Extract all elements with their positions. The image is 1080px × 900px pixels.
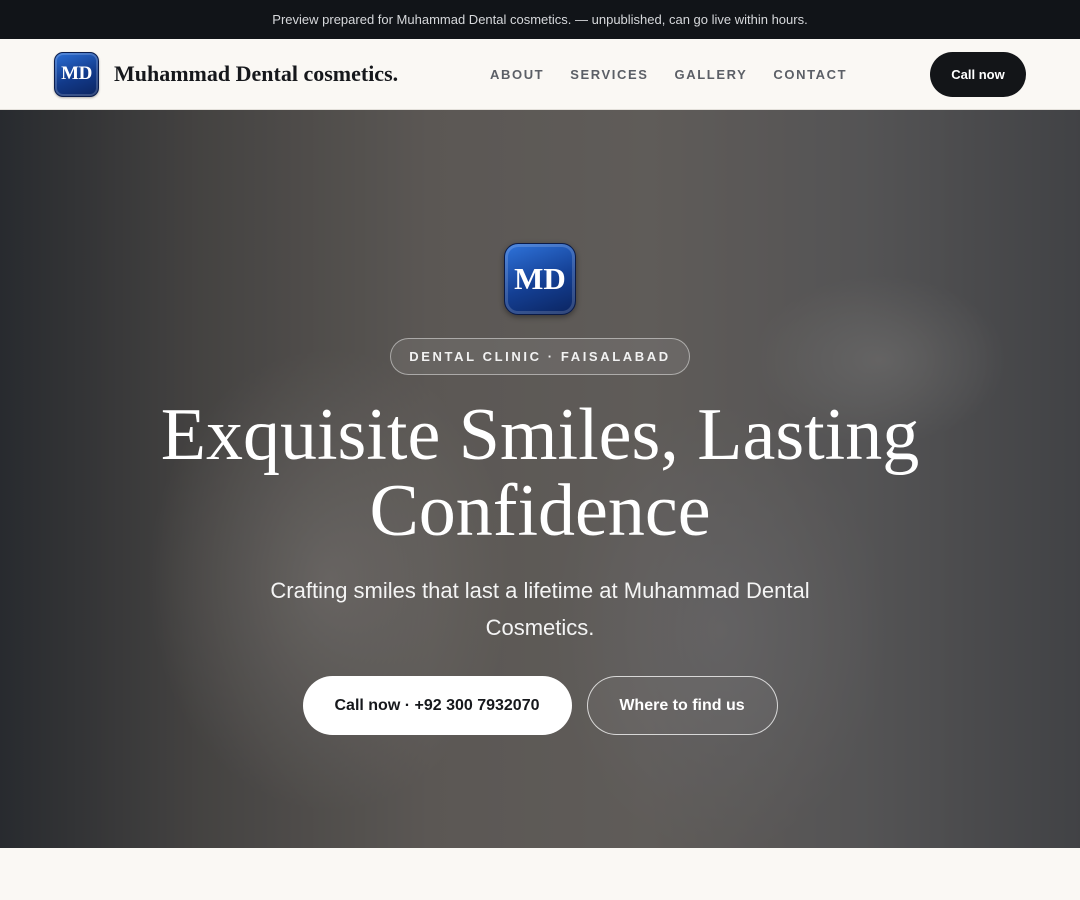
hero-content: MD DENTAL CLINIC · FAISALABAD Exquisite … [0, 110, 1080, 848]
brand[interactable]: MD Muhammad Dental cosmetics. [54, 51, 398, 97]
hero-eyebrow-badge: DENTAL CLINIC · FAISALABAD [390, 338, 690, 375]
call-now-button[interactable]: Call now · +92 300 7932070 [302, 676, 572, 735]
hero-logo-icon: MD [504, 243, 576, 315]
nav-about[interactable]: ABOUT [490, 67, 544, 82]
preview-banner-text: Preview prepared for Muhammad Dental cos… [272, 12, 808, 27]
site-header: MD Muhammad Dental cosmetics. ABOUT SERV… [0, 39, 1080, 110]
header-call-button[interactable]: Call now [930, 52, 1026, 97]
find-us-button[interactable]: Where to find us [586, 676, 778, 735]
hero-subhead: Crafting smiles that last a lifetime at … [270, 578, 810, 640]
main-nav: ABOUT SERVICES GALLERY CONTACT [490, 39, 847, 110]
preview-banner: Preview prepared for Muhammad Dental cos… [0, 0, 1080, 39]
nav-services[interactable]: SERVICES [570, 67, 648, 82]
hero-cta-row: Call now · +92 300 7932070 Where to find… [302, 676, 778, 735]
nav-contact[interactable]: CONTACT [773, 67, 847, 82]
next-section [0, 848, 1080, 900]
hero-headline: Exquisite Smiles, Lasting Confidence [160, 394, 920, 552]
brand-name[interactable]: Muhammad Dental cosmetics. [114, 61, 398, 87]
hero-section: MD DENTAL CLINIC · FAISALABAD Exquisite … [0, 110, 1080, 848]
logo-icon[interactable]: MD [54, 51, 99, 97]
nav-gallery[interactable]: GALLERY [675, 67, 748, 82]
